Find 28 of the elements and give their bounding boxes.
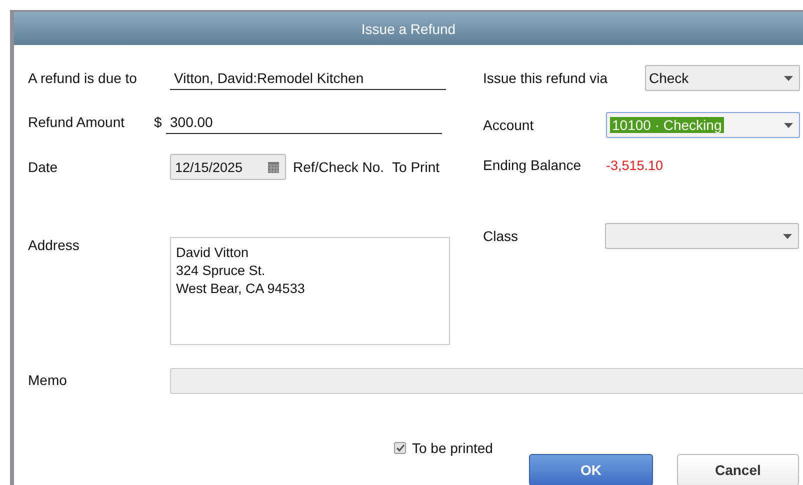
dropdown-caret-icon (784, 122, 793, 128)
field-label: Refund Amount (28, 114, 126, 130)
memo-field[interactable] (170, 368, 803, 394)
field-label: Memo (28, 372, 67, 388)
field-label: Issue this refund via (483, 70, 609, 86)
date-field[interactable]: 12/15/2025 (170, 154, 286, 180)
customer-field[interactable]: Vitton, David:Remodel Kitchen (170, 66, 446, 90)
field-label: Account (483, 117, 535, 133)
field-label: Ref/Check No. (293, 159, 384, 175)
dropdown-caret-icon (784, 76, 793, 80)
cancel-button[interactable]: Cancel (676, 454, 799, 485)
field-label: Ending Balance (483, 157, 582, 173)
checkbox[interactable] (394, 442, 406, 454)
ok-button[interactable]: OK (528, 454, 653, 485)
refund-method-dropdown[interactable]: Check (645, 65, 800, 91)
field-label: Address (28, 237, 80, 253)
address-field[interactable]: David Vitton 324 Spruce St. West Bear, CA 94533 (170, 237, 450, 345)
ending-balance: -3,515.10 (606, 158, 664, 172)
window-title: Issue a Refund (14, 12, 803, 45)
field-label: A refund is due to (28, 70, 138, 86)
field-label: Date (28, 159, 59, 175)
field-label: Class (483, 228, 520, 244)
dropdown-caret-icon (783, 234, 792, 238)
checkbox-label: To be printed (412, 440, 493, 456)
currency-symbol: $ (154, 114, 163, 130)
calendar-icon[interactable] (268, 162, 279, 172)
amount-field[interactable]: 300.00 (166, 110, 442, 134)
ref-number[interactable]: To Print (392, 159, 440, 175)
